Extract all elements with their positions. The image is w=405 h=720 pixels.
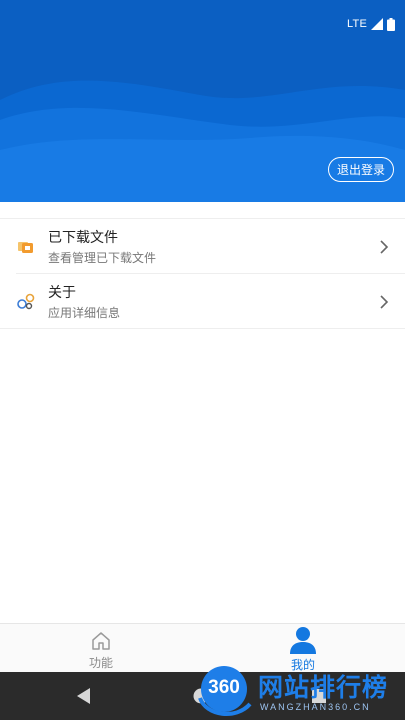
watermark: 360 网站排行榜 WANGZHAN360.CN	[196, 660, 405, 720]
watermark-url: WANGZHAN360.CN	[260, 702, 371, 712]
list-separator	[16, 273, 405, 274]
logout-button[interactable]: 退出登录	[328, 157, 394, 182]
list-item-title: 已下载文件	[48, 230, 118, 246]
network-type: LTE	[347, 18, 367, 30]
list-item-subtitle: 查看管理已下载文件	[48, 251, 157, 265]
list-item-downloaded-files[interactable]: 已下载文件 查看管理已下载文件	[0, 220, 405, 274]
list-item-subtitle: 应用详细信息	[48, 306, 121, 320]
tab-features[interactable]: 功能	[0, 624, 202, 673]
about-icon	[17, 293, 35, 310]
chevron-right-icon	[380, 295, 389, 309]
list-item-title: 关于	[48, 285, 76, 301]
watermark-number: 360	[208, 677, 240, 698]
status-bar: LTE	[347, 14, 395, 34]
folder-icon	[18, 242, 33, 253]
list-item-about[interactable]: 关于 应用详细信息	[0, 275, 405, 329]
profile-icon	[290, 627, 316, 654]
chevron-right-icon	[380, 240, 389, 254]
tab-label: 功能	[88, 656, 113, 670]
signal-icon	[371, 18, 383, 30]
section-divider	[0, 218, 405, 219]
home-icon	[92, 632, 110, 650]
back-icon[interactable]	[77, 688, 91, 704]
list-separator	[0, 328, 405, 329]
battery-icon	[387, 17, 395, 31]
watermark-text: 网站排行榜	[258, 673, 389, 702]
profile-header: LTE 退出登录	[0, 0, 405, 202]
